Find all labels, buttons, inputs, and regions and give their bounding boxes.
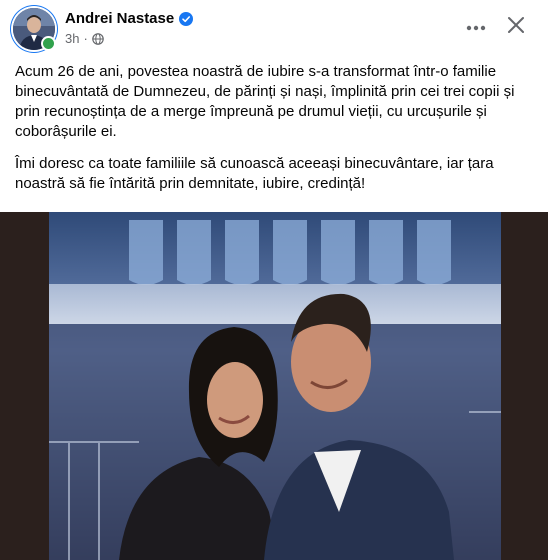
close-button[interactable] <box>498 9 534 45</box>
author-avatar[interactable] <box>13 8 56 51</box>
close-icon <box>507 16 525 39</box>
more-options-button[interactable] <box>458 9 494 45</box>
author-row: Andrei Nastase <box>65 10 194 27</box>
post-media[interactable] <box>0 212 548 560</box>
verified-badge-icon <box>179 11 194 26</box>
post-meta: 3h · <box>65 31 104 46</box>
facebook-post: Andrei Nastase 3h · Acum 26 de ani, pove… <box>0 0 548 560</box>
post-header: Andrei Nastase 3h · <box>0 0 548 58</box>
post-paragraph-2: Îmi doresc ca toate familiile să cunoasc… <box>15 155 494 192</box>
post-paragraph-1: Acum 26 de ani, povestea noastră de iubi… <box>15 63 515 140</box>
globe-icon[interactable] <box>92 32 104 45</box>
post-photo[interactable] <box>49 212 501 560</box>
post-message: Acum 26 de ani, povestea noastră de iubi… <box>15 62 535 206</box>
more-horizontal-icon <box>466 18 486 36</box>
meta-separator: · <box>83 31 88 46</box>
author-name[interactable]: Andrei Nastase <box>65 10 174 27</box>
online-status-dot <box>41 36 56 51</box>
post-timestamp[interactable]: 3h <box>65 31 79 46</box>
